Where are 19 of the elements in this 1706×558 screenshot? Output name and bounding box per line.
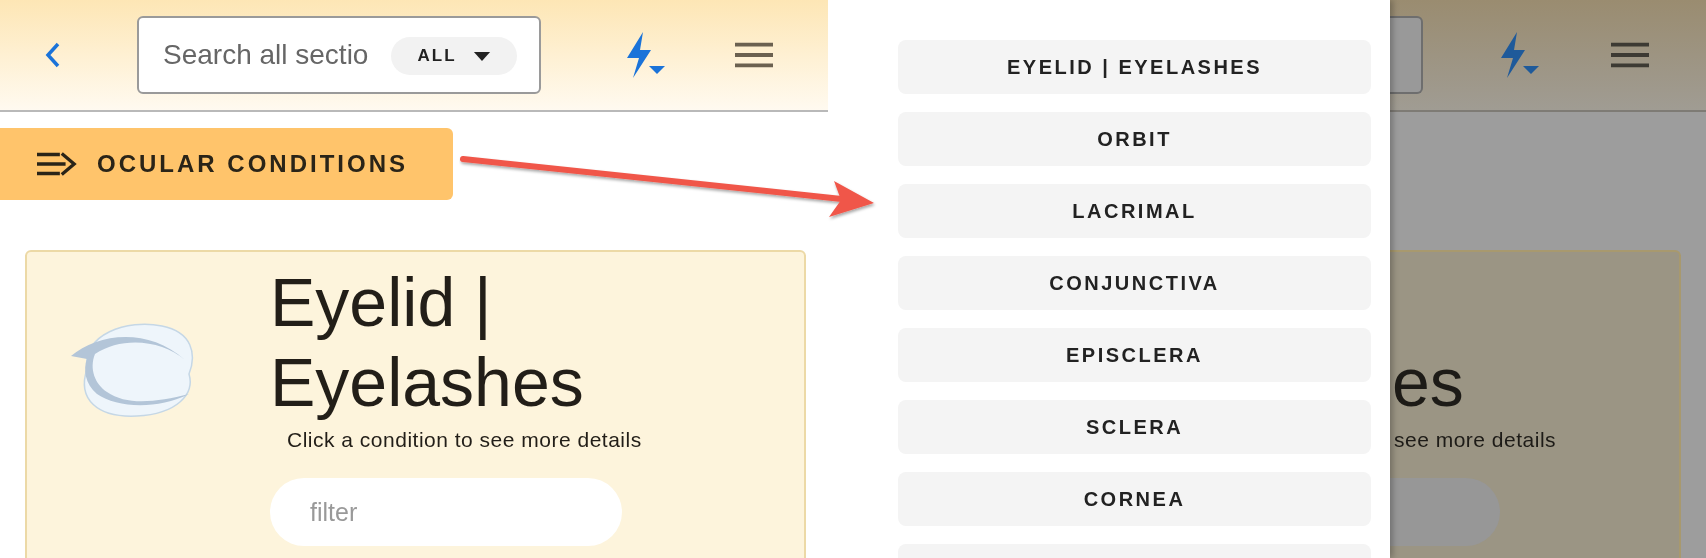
menu-icon — [1611, 41, 1649, 69]
menu-item[interactable]: SCLERA — [898, 400, 1371, 454]
menu-icon[interactable] — [735, 41, 773, 69]
scope-dropdown[interactable]: ALL — [391, 37, 517, 75]
instruction-text: Click a condition to see more details — [287, 428, 643, 452]
menu-item[interactable]: EPISCLERA — [898, 328, 1371, 382]
section-title: es — [1392, 343, 1465, 422]
search-field[interactable]: Search all sectio ALL — [137, 16, 541, 94]
menu-item[interactable]: EYELID | EYELASHES — [898, 40, 1371, 94]
instruction-text: see more details — [1394, 428, 1558, 452]
filter-field[interactable]: filter — [270, 478, 622, 546]
menu-item[interactable]: CORNEA — [898, 472, 1371, 526]
section-title: Eyelid | Eyelashes — [270, 263, 585, 422]
section-button[interactable]: OCULAR CONDITIONS — [0, 128, 453, 200]
caret-icon — [472, 50, 491, 62]
menu-item[interactable]: ORBIT — [898, 112, 1371, 166]
menu-item[interactable]: CONJUNCTIVA — [898, 256, 1371, 310]
menu-item[interactable]: LACRIMAL — [898, 184, 1371, 238]
list-arrow-icon — [37, 151, 77, 177]
